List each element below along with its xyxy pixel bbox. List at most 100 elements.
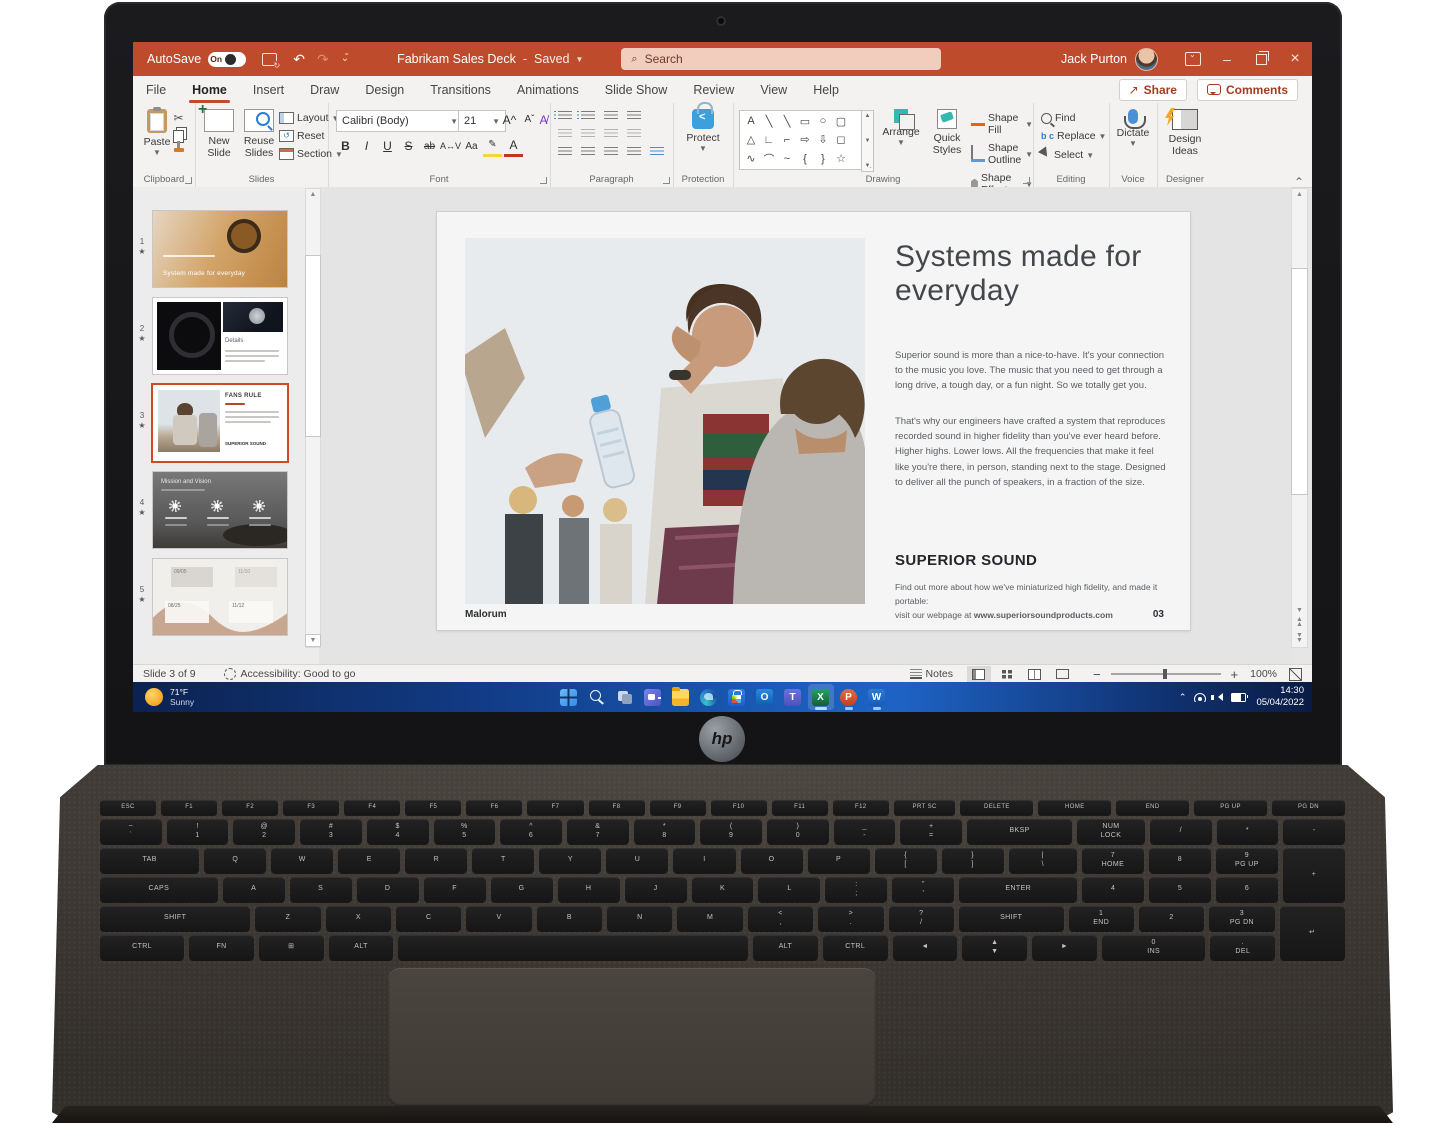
format-painter-icon[interactable] xyxy=(173,141,184,152)
close-button[interactable]: × xyxy=(1278,42,1312,76)
slide-paragraph-2[interactable]: That's why our engineers have crafted a … xyxy=(895,414,1169,490)
comments-button[interactable]: Comments xyxy=(1196,78,1298,101)
key-l[interactable]: L xyxy=(758,877,821,902)
key-f2[interactable]: f2 xyxy=(222,800,279,815)
key-$[interactable]: $ 4 xyxy=(366,819,429,844)
taskbar-icon-store[interactable] xyxy=(724,684,750,710)
key-f4[interactable]: f4 xyxy=(344,800,401,815)
key-5[interactable]: 5 xyxy=(1149,877,1212,902)
tab-transitions[interactable]: Transitions xyxy=(417,76,504,103)
next-slide-button[interactable]: ▼ ▼ xyxy=(1296,630,1303,647)
key-►[interactable]: ► xyxy=(1032,935,1097,960)
key-delete[interactable]: DELETE xyxy=(960,800,1034,815)
smartart-convert-icon[interactable] xyxy=(650,147,664,157)
key-ctrl[interactable]: CTRL xyxy=(100,935,185,960)
title-chevron-icon[interactable]: ▼ xyxy=(576,55,584,64)
key-alt[interactable]: ALT xyxy=(753,935,818,960)
tab-draw[interactable]: Draw xyxy=(297,76,352,103)
key-o[interactable]: O xyxy=(740,848,803,873)
key-h[interactable]: H xyxy=(557,877,620,902)
key-2[interactable]: 2 xyxy=(1138,906,1205,931)
slide-cta[interactable]: Find out more about how we've miniaturiz… xyxy=(895,580,1169,623)
align-left-icon[interactable] xyxy=(558,147,572,157)
key-f9[interactable]: f9 xyxy=(649,800,706,815)
text-direction-icon[interactable] xyxy=(627,111,641,121)
slide-thumbnail-3-selected[interactable]: FANS RULE SUPERIOR SOUND xyxy=(153,385,287,461)
undo-icon[interactable]: ↶ xyxy=(293,52,305,66)
key-f10[interactable]: f10 xyxy=(710,800,767,815)
key-▲[interactable]: ▲ ▼ xyxy=(962,935,1028,960)
slide-thumbnail-2[interactable]: Details xyxy=(153,298,287,374)
key-◄[interactable]: ◄ xyxy=(892,935,958,960)
scroll-thumb[interactable] xyxy=(1291,268,1308,495)
shape-fill-button[interactable]: Shape Fill ▼ xyxy=(971,112,1033,136)
cut-icon[interactable]: ✂ xyxy=(173,111,183,125)
key-y[interactable]: Y xyxy=(539,848,602,873)
key-shift[interactable]: SHIFT xyxy=(958,906,1064,931)
new-slide-button[interactable]: New Slide xyxy=(197,101,241,159)
key-j[interactable]: J xyxy=(624,877,687,902)
key-c[interactable]: C xyxy=(396,906,462,931)
shape-item-16[interactable]: } xyxy=(814,150,832,167)
restore-button[interactable] xyxy=(1244,42,1278,76)
key-ctrl[interactable]: CTRL xyxy=(822,935,888,960)
ribbon-display-options-button[interactable] xyxy=(1176,42,1210,76)
tab-insert[interactable]: Insert xyxy=(240,76,297,103)
key-9[interactable]: 9 PG UP xyxy=(1215,848,1278,873)
shape-item-11[interactable]: ◻ xyxy=(832,131,850,148)
weather-widget[interactable]: 71°F Sunny xyxy=(145,687,194,707)
zoom-slider[interactable] xyxy=(1110,669,1221,679)
key-e[interactable]: E xyxy=(338,848,401,873)
key-1[interactable]: 1 END xyxy=(1068,906,1134,931)
key-+[interactable]: + = xyxy=(900,819,963,844)
key-*[interactable]: * 8 xyxy=(633,819,696,844)
cta-link[interactable]: www.superiorsoundproducts.com xyxy=(974,610,1113,620)
key-w[interactable]: W xyxy=(271,848,334,873)
shape-item-5[interactable]: ▢ xyxy=(832,113,850,130)
replace-button[interactable]: b c Replace ▼ xyxy=(1041,130,1106,142)
key-shift[interactable]: SHIFT xyxy=(100,906,251,931)
panel-scroll-thumb[interactable] xyxy=(305,255,321,437)
taskbar-icon-task-view[interactable] xyxy=(612,684,638,710)
key-⊞[interactable]: ⊞ xyxy=(258,935,324,960)
font-size-select[interactable]: 21 ▼ xyxy=(458,110,506,132)
key-pg dn[interactable]: PG DN xyxy=(1272,800,1345,815)
key-^[interactable]: ^ 6 xyxy=(500,819,562,844)
tab-help[interactable]: Help xyxy=(800,76,852,103)
shape-item-8[interactable]: ⌐ xyxy=(778,131,796,148)
key-space[interactable] xyxy=(398,935,749,960)
font-color-button[interactable]: A xyxy=(504,135,523,157)
protect-button[interactable]: Protect ▼ xyxy=(681,102,725,153)
collapse-ribbon-icon[interactable]: ⌃ xyxy=(1294,175,1304,189)
quick-styles-button[interactable]: Quick Styles xyxy=(925,109,969,156)
slide-thumbnail-4[interactable]: Mission and Vision xyxy=(153,472,287,548)
increase-font-icon[interactable]: A^ xyxy=(500,110,519,129)
shape-item-10[interactable]: ⇩ xyxy=(814,131,832,148)
key-↵[interactable]: ↵ xyxy=(1279,906,1345,960)
strikethrough-button[interactable]: S xyxy=(399,137,418,156)
key-esc[interactable]: ESC xyxy=(100,800,157,815)
paragraph-dialog-launcher[interactable] xyxy=(663,177,670,184)
underline-button[interactable]: U xyxy=(378,137,397,156)
tab-file[interactable]: File xyxy=(133,76,179,103)
key-caps[interactable]: CAPS xyxy=(100,877,218,902)
taskbar-icon-file-explorer[interactable] xyxy=(668,684,694,710)
key-0[interactable]: 0 INS xyxy=(1101,935,1206,960)
key-)[interactable]: ) 0 xyxy=(767,819,829,844)
accessibility-status[interactable]: Accessibility: Good to go xyxy=(223,668,356,680)
tab-home[interactable]: Home xyxy=(179,76,240,103)
align-text-icon[interactable] xyxy=(627,129,641,139)
key-|[interactable]: | \ xyxy=(1008,848,1077,873)
shape-item-12[interactable]: ∿ xyxy=(742,150,760,167)
justify-icon[interactable] xyxy=(627,147,641,157)
key-z[interactable]: Z xyxy=(255,906,321,931)
taskbar-icon-excel[interactable]: X xyxy=(807,684,834,710)
key-.[interactable]: . DEL xyxy=(1210,935,1276,960)
key-t[interactable]: T xyxy=(472,848,535,873)
key-p[interactable]: P xyxy=(807,848,870,873)
key-s[interactable]: S xyxy=(289,877,352,902)
shape-outline-button[interactable]: Shape Outline ▼ xyxy=(971,142,1033,166)
clock[interactable]: 14:30 05/04/2022 xyxy=(1256,685,1304,709)
align-center-icon[interactable] xyxy=(581,147,595,157)
key-num[interactable]: NUM LOCK xyxy=(1077,819,1145,844)
